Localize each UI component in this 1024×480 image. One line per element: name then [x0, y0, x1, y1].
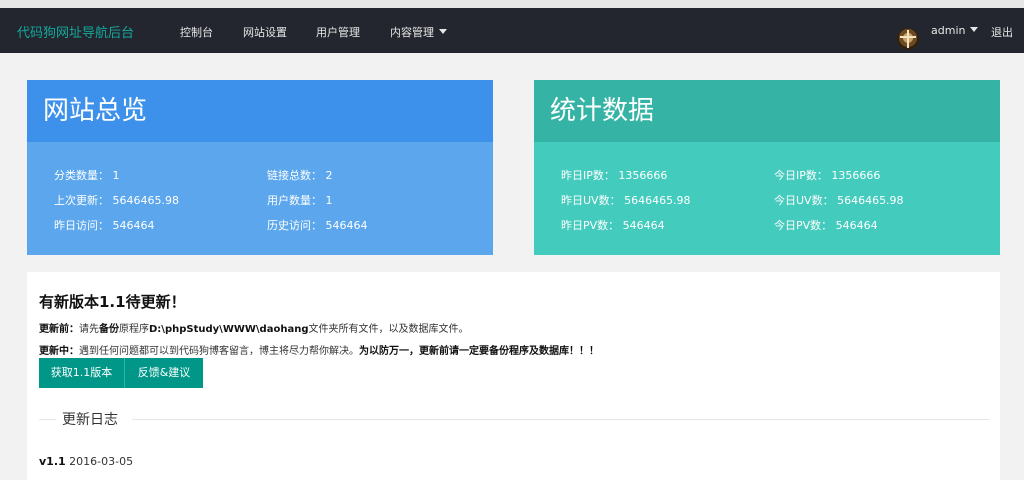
feedback-button[interactable]: 反馈&建议	[125, 358, 203, 388]
avatar[interactable]	[897, 28, 919, 50]
update-before-text-2: 原程序	[119, 324, 149, 335]
stat-yesterday-ip: 昨日IP数： 1356666	[561, 169, 668, 182]
stat-today-ip: 今日IP数： 1356666	[774, 169, 881, 182]
nav-item-user-management[interactable]: 用户管理	[316, 24, 360, 40]
legend-divider-right	[132, 419, 989, 420]
nav-item-site-settings[interactable]: 网站设置	[243, 24, 287, 40]
changelog-date: 2016-03-05	[69, 455, 134, 468]
update-during-text: 遇到任何问题都可以到代码狗博客留言，博主将尽力帮你解决。	[79, 346, 359, 357]
top-border	[0, 0, 1024, 8]
update-title: 有新版本1.1待更新！	[39, 293, 186, 311]
overview-card: 网站总览 分类数量： 1 链接总数： 2 上次更新： 5646465.98 用户…	[27, 80, 493, 255]
caret-down-icon	[439, 29, 447, 34]
changelog-version: v1.1	[39, 455, 66, 468]
update-during-warning: 为以防万一，更新前请一定要备份程序及数据库！！！	[359, 346, 599, 357]
nav-item-content-management[interactable]: 内容管理	[390, 24, 447, 40]
changelog-legend: 更新日志	[62, 412, 118, 428]
update-during-line: 更新中：遇到任何问题都可以到代码狗博客留言，博主将尽力帮你解决。为以防万一，更新…	[39, 342, 599, 357]
stat-user-count: 用户数量： 1	[267, 194, 333, 207]
stat-yesterday-pv: 昨日PV数： 546464	[561, 219, 665, 232]
stat-history-visits: 历史访问： 546464	[267, 219, 368, 232]
logout-link[interactable]: 退出	[991, 24, 1013, 40]
update-during-label: 更新中：	[39, 346, 79, 357]
legend-divider-left	[39, 419, 56, 420]
stat-category-count: 分类数量： 1	[54, 169, 120, 182]
update-before-label: 更新前：	[39, 324, 79, 335]
statistics-title: 统计数据	[534, 80, 1000, 142]
update-before-text-3: 文件夹所有文件，以及数据库文件。	[308, 324, 469, 335]
stat-last-update: 上次更新： 5646465.98	[54, 194, 179, 207]
nav-item-console[interactable]: 控制台	[180, 24, 213, 40]
stat-link-total: 链接总数： 2	[267, 169, 333, 182]
statistics-card: 统计数据 昨日IP数： 1356666 今日IP数： 1356666 昨日UV数…	[534, 80, 1000, 255]
overview-title: 网站总览	[27, 80, 493, 142]
nav-item-label: 内容管理	[390, 26, 434, 39]
update-before-text-1: 请先	[79, 324, 99, 335]
username: admin	[931, 24, 966, 37]
stat-yesterday-visits: 昨日访问： 546464	[54, 219, 155, 232]
stat-yesterday-uv: 昨日UV数： 5646465.98	[561, 194, 691, 207]
brand-title[interactable]: 代码狗网址导航后台	[17, 22, 134, 41]
update-before-line: 更新前：请先备份原程序D:\phpStudy\WWW\daohang文件夹所有文…	[39, 320, 468, 335]
navbar: 代码狗网址导航后台 控制台 网站设置 用户管理 内容管理 admin 退出	[0, 8, 1024, 53]
update-before-path: D:\phpStudy\WWW\daohang	[149, 324, 309, 335]
changelog-entry: v1.1 2016-03-05	[39, 455, 133, 468]
update-before-bold-1: 备份	[99, 324, 119, 335]
caret-down-icon	[970, 27, 979, 32]
stat-today-uv: 今日UV数： 5646465.98	[774, 194, 904, 207]
stat-today-pv: 今日PV数： 546464	[774, 219, 878, 232]
get-version-button[interactable]: 获取1.1版本	[39, 358, 124, 388]
user-menu[interactable]: admin	[931, 24, 979, 37]
